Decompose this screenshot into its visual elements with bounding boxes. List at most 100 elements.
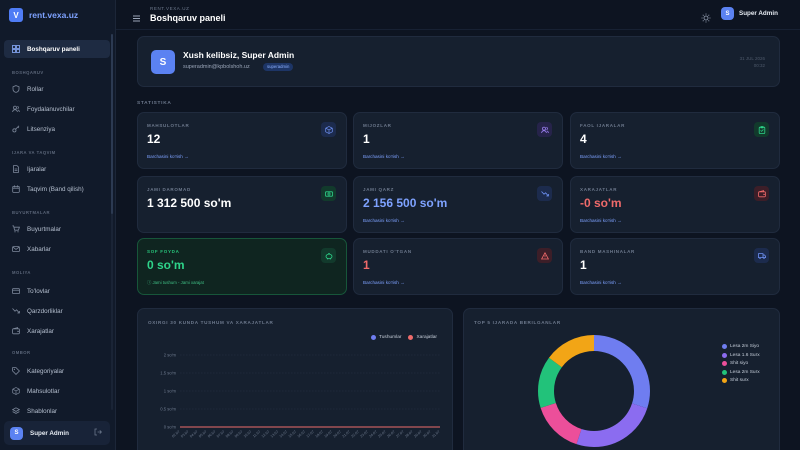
y-tick-label: 1.5 so'm xyxy=(160,371,176,376)
sidebar-item-calendar[interactable]: Taqvim (Band qilish) xyxy=(4,180,110,198)
donut-legend-item[interactable]: Shit siyo xyxy=(722,361,760,366)
breadcrumb: RENT.VEXA.UZ xyxy=(150,6,190,11)
stat-value: 1 xyxy=(363,258,370,272)
layers-icon xyxy=(12,407,20,415)
sidebar-item-label: To'lovlar xyxy=(27,287,50,295)
sidebar-scrollbar-thumb[interactable] xyxy=(111,34,113,214)
brand-name: rent.vexa.uz xyxy=(29,10,79,20)
legend-label: Shit siyo xyxy=(730,361,749,366)
donut-chart xyxy=(538,335,650,447)
legend-label: Lesa 2m Siyo xyxy=(730,344,760,349)
welcome-date: 31 JUL 2026 xyxy=(739,56,765,61)
sidebar-item-expenses[interactable]: Xarajatlar xyxy=(4,322,110,340)
legend-dot xyxy=(722,369,727,375)
logout-icon[interactable] xyxy=(94,428,102,438)
piggy-icon xyxy=(321,248,336,263)
stat-value: 12 xyxy=(147,132,161,146)
view-all-link[interactable]: Barchasini ko'rish → xyxy=(363,280,405,285)
stat-value: -0 so'm xyxy=(580,196,622,210)
sidebar-item-label: Foydalanuvchilar xyxy=(27,105,75,113)
sidebar: V rent.vexa.uz Boshqaruv paneli BOSHQARU… xyxy=(0,0,116,450)
x-tick-label: 03.07 xyxy=(180,430,189,439)
view-all-link[interactable]: Barchasini ko'rish → xyxy=(363,218,405,223)
y-tick-label: 1 so'm xyxy=(164,389,177,394)
sidebar-item-payments[interactable]: To'lovlar xyxy=(4,282,110,300)
x-tick-label: 11.07 xyxy=(252,430,261,439)
sidebar-item-templates[interactable]: Shablonlar xyxy=(4,402,110,420)
page-title: Boshqaruv paneli xyxy=(150,13,226,23)
box-icon xyxy=(12,387,20,395)
wallet-icon xyxy=(12,327,20,335)
brand[interactable]: V rent.vexa.uz xyxy=(0,0,115,30)
sidebar-item-label: Rollar xyxy=(27,85,44,93)
cart-icon xyxy=(12,225,20,233)
x-tick-label: 09.07 xyxy=(234,430,243,439)
sidebar-item-debts[interactable]: Qarzdorliklar xyxy=(4,302,110,320)
x-tick-label: 30.07 xyxy=(422,430,431,439)
stat-card-net-profit: SOF FOYDA 0 so'm ⓘ Jami tushum - Jami xa… xyxy=(137,238,347,295)
donut-legend-item[interactable]: Lesa 2m Surx xyxy=(722,369,760,375)
stat-value: 0 so'm xyxy=(147,258,185,272)
sun-icon[interactable] xyxy=(701,10,711,23)
card-icon xyxy=(12,287,20,295)
sidebar-item-dashboard[interactable]: Boshqaruv paneli xyxy=(4,40,110,58)
sidebar-item-label: Boshqaruv paneli xyxy=(27,45,80,53)
cube-icon xyxy=(321,122,336,137)
sidebar-section-buyurtmalar: BUYURTMALAR xyxy=(12,210,51,215)
view-all-link[interactable]: Barchasini ko'rish → xyxy=(580,280,622,285)
sidebar-item-label: Taqvim (Band qilish) xyxy=(27,185,84,193)
wallet-icon xyxy=(754,186,769,201)
donut-legend-item[interactable]: Lesa 1.6 Surx xyxy=(722,352,760,358)
stat-value: 1 xyxy=(363,132,370,146)
legend-dot xyxy=(722,352,727,358)
x-tick-label: 22.07 xyxy=(350,430,359,439)
view-all-link[interactable]: Barchasini ko'rish → xyxy=(147,154,189,159)
x-tick-label: 04.07 xyxy=(189,430,198,439)
sidebar-item-license[interactable]: Litsenziya xyxy=(4,120,110,138)
stat-value: 1 312 500 so'm xyxy=(147,196,232,210)
mail-icon xyxy=(12,245,20,253)
x-tick-label: 27.07 xyxy=(395,430,404,439)
income-expense-chart-panel: OXIRGI 30 KUNDA TUSHUM VA XARAJATLAR Tus… xyxy=(137,308,453,450)
sidebar-item-orders[interactable]: Buyurtmalar xyxy=(4,220,110,238)
avatar: S xyxy=(721,7,734,20)
x-tick-label: 29.07 xyxy=(413,430,422,439)
shield-icon xyxy=(12,85,20,93)
view-all-link[interactable]: Barchasini ko'rish → xyxy=(580,154,622,159)
stat-card-expenses: XARAJATLAR -0 so'm Barchasini ko'rish → xyxy=(570,176,780,233)
view-all-link[interactable]: Barchasini ko'rish → xyxy=(363,154,405,159)
y-tick-label: 0.5 so'm xyxy=(160,407,176,412)
sidebar-item-messages[interactable]: Xabarlar xyxy=(4,240,110,258)
x-tick-label: 26.07 xyxy=(386,430,395,439)
x-tick-label: 06.07 xyxy=(207,430,216,439)
sidebar-item-rentals[interactable]: Ijaralar xyxy=(4,160,110,178)
sidebar-item-users[interactable]: Foydalanuvchilar xyxy=(4,100,110,118)
donut-legend-item[interactable]: Shit surx xyxy=(722,378,760,383)
x-tick-label: 14.07 xyxy=(279,430,288,439)
legend-label: Lesa 2m Surx xyxy=(730,369,760,375)
tag-icon xyxy=(12,367,20,375)
x-tick-label: 08.07 xyxy=(225,430,234,439)
calendar-icon xyxy=(12,185,20,193)
stat-label: FAOL IJARALAR xyxy=(580,123,626,128)
document-icon xyxy=(12,165,20,173)
sidebar-user-card[interactable]: S Super Admin xyxy=(4,421,110,445)
menu-icon[interactable] xyxy=(132,10,141,22)
stat-label: XARAJATLAR xyxy=(580,187,618,192)
sidebar-item-roles[interactable]: Rollar xyxy=(4,80,110,98)
line-chart: 2 so'm1.5 so'm1 so'm0.5 so'm0 so'm02.07 0… xyxy=(160,353,440,439)
stat-value: 1 xyxy=(580,258,587,272)
x-tick-label: 23.07 xyxy=(359,430,368,439)
top-rentals-panel: TOP 5 IJARADA BERILGANLAR Lesa 2m Siyo Le… xyxy=(463,308,780,450)
x-tick-label: 13.07 xyxy=(270,430,279,439)
trend-down-icon xyxy=(537,186,552,201)
x-tick-label: 20.07 xyxy=(333,430,342,439)
y-tick-label: 0 so'm xyxy=(164,425,177,430)
sidebar-item-label: Xarajatlar xyxy=(27,327,54,335)
sidebar-item-products[interactable]: Mahsulotlar xyxy=(4,382,110,400)
donut-legend-item[interactable]: Lesa 2m Siyo xyxy=(722,344,760,349)
header-user-menu[interactable]: S Super Admin xyxy=(721,7,778,20)
sidebar-item-categories[interactable]: Kategoriyalar xyxy=(4,362,110,380)
view-all-link[interactable]: Barchasini ko'rish → xyxy=(580,218,622,223)
sidebar-section-boshqaruv: BOSHQARUV xyxy=(12,70,44,75)
